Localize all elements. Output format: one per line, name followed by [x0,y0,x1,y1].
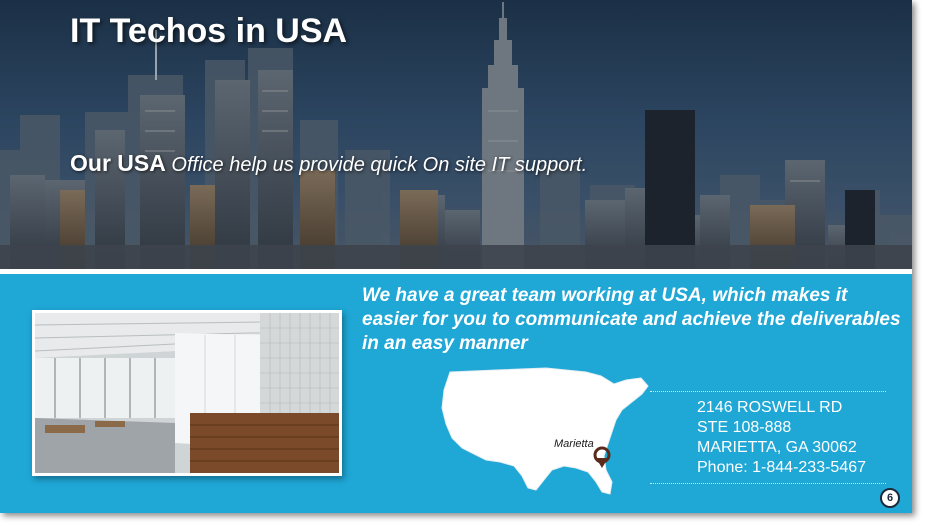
map-marker-label: Marietta [554,438,594,450]
page-number: 6 [880,488,900,508]
team-message: We have a great team working at USA, whi… [362,285,901,354]
address-line-3: MARIETTA, GA 30062 [697,439,857,456]
office-photo [32,310,342,476]
tagline: Our USA Office help us provide quick On … [70,150,587,177]
tagline-lead: Our USA [70,150,166,176]
office-address: 2146 ROSWELL RD STE 108-888 MARIETTA, GA… [697,398,866,478]
address-line-2: STE 108-888 [697,419,792,436]
city-skyline-banner: IT Techos in USA Our USA Office help us … [0,0,912,269]
tagline-text: Office help us provide quick On site IT … [171,154,588,176]
address-top-rule [650,391,886,392]
usa-map: Marietta [441,367,649,495]
slide-title: IT Techos in USA [70,12,348,50]
slide: IT Techos in USA Our USA Office help us … [0,0,912,513]
phone-number: Phone: 1-844-233-5467 [697,459,867,476]
address-bottom-rule [650,483,886,484]
address-line-1: 2146 ROSWELL RD [697,399,843,416]
office-interior-image [35,313,339,473]
usa-map-shape [441,367,649,495]
